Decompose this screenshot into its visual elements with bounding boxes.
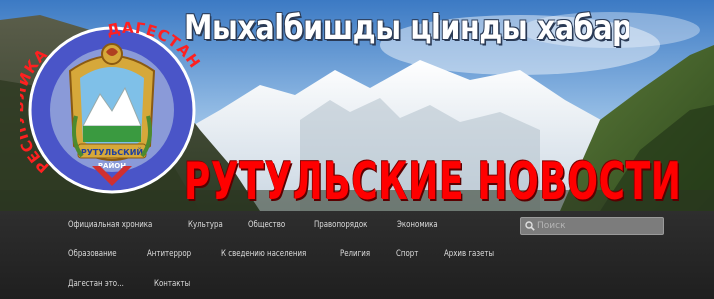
page: РЕСПУБЛИКА ДАГЕСТАН РУТУЛЬСКИЙ РАЙОН Мых… <box>0 0 714 299</box>
nav-item-religion[interactable]: Религия <box>340 249 370 259</box>
nav-item-law-order[interactable]: Правопорядок <box>314 220 367 230</box>
nav-item-culture[interactable]: Культура <box>188 220 223 230</box>
nav-item-newspaper-archive[interactable]: Архив газеты <box>444 249 494 259</box>
nav-item-society[interactable]: Общество <box>248 220 285 230</box>
nav-item-contacts[interactable]: Контакты <box>154 279 190 289</box>
nav-item-dagestan-is[interactable]: Дагестан это... <box>68 279 124 289</box>
nav-item-public-notice[interactable]: К сведению населения <box>221 249 306 259</box>
nav-item-antiterror[interactable]: Антитеррор <box>147 249 191 259</box>
site-tagline: Мыхаlбишды цlинды хабарбыр <box>184 8 629 48</box>
emblem-banner-text: РУТУЛЬСКИЙ <box>81 146 143 157</box>
nav-item-sport[interactable]: Спорт <box>396 249 418 259</box>
nav-item-education[interactable]: Образование <box>68 249 117 259</box>
search-box[interactable] <box>520 217 664 235</box>
site-title[interactable]: РУТУЛЬСКИЕ НОВОСТИ <box>184 156 682 208</box>
search-input[interactable] <box>537 219 657 233</box>
nav-item-official-chronicle[interactable]: Официальная хроника <box>68 220 152 230</box>
nav-item-economy[interactable]: Экономика <box>397 220 438 230</box>
search-icon <box>525 221 535 231</box>
republic-dagestan-emblem: РЕСПУБЛИКА ДАГЕСТАН РУТУЛЬСКИЙ РАЙОН <box>20 19 202 194</box>
site-header: РЕСПУБЛИКА ДАГЕСТАН РУТУЛЬСКИЙ РАЙОН Мых… <box>0 0 714 211</box>
